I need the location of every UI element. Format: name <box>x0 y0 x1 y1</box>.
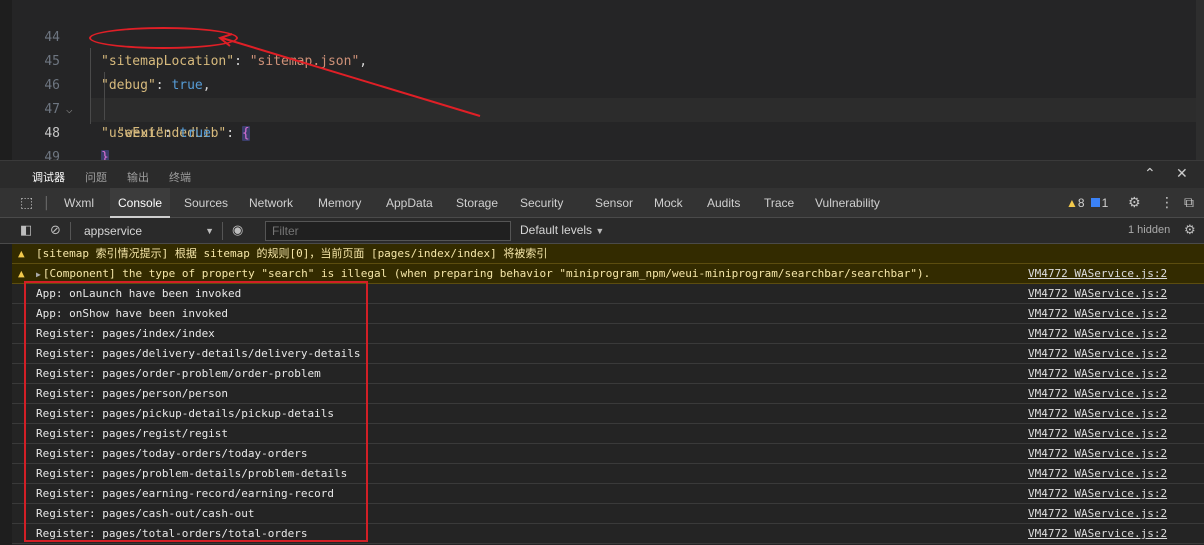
hidden-count: 1 hidden <box>1128 224 1171 236</box>
filter-input[interactable] <box>265 221 511 241</box>
sidebar-toggle-icon[interactable]: ◧ <box>20 223 32 239</box>
source-link[interactable]: VM4772 WAService.js:2 <box>1028 384 1167 404</box>
code-line-44[interactable]: 44 "sitemapLocation": "sitemap.json", <box>0 2 1196 69</box>
devtools-tab-security[interactable]: Security <box>512 188 571 218</box>
devtools-tab-bar: ⬚ | Wxml Console Sources Network Memory … <box>0 188 1204 218</box>
close-brace: } <box>101 150 109 160</box>
close-icon[interactable]: ✕ <box>1176 166 1188 182</box>
source-link[interactable]: VM4772 WAService.js:2 <box>1028 324 1167 344</box>
code-line-49[interactable]: 49 } <box>0 122 1196 160</box>
devtools-tab-console[interactable]: Console <box>110 188 171 218</box>
inspect-element-icon[interactable]: ⬚ <box>20 195 33 211</box>
gear-icon[interactable]: ⚙ <box>1128 195 1141 211</box>
source-link[interactable]: VM4772 WAService.js:2 <box>1028 304 1167 324</box>
tab-debugger[interactable]: 调试器 <box>30 169 67 192</box>
issue-counts[interactable]: ▲8 1 <box>1066 196 1108 210</box>
gear-icon[interactable]: ⚙ <box>1184 223 1196 239</box>
clear-console-icon[interactable]: ⊘ <box>50 223 61 239</box>
context-value: appservice <box>84 224 143 238</box>
log-levels-label: Default levels <box>520 223 593 237</box>
source-link[interactable]: VM4772 WAService.js:2 <box>1028 504 1167 524</box>
line-number: 49 <box>44 150 60 160</box>
source-link[interactable]: VM4772 WAService.js:2 <box>1028 444 1167 464</box>
source-link[interactable]: VM4772 WAService.js:2 <box>1028 424 1167 444</box>
dock-side-icon[interactable]: ⧉ <box>1184 195 1194 211</box>
divider <box>70 222 71 240</box>
annotation-box <box>24 281 368 542</box>
devtools-tab-storage[interactable]: Storage <box>448 188 506 218</box>
devtools-tab-sensor[interactable]: Sensor <box>587 188 641 218</box>
devtools-tab-network[interactable]: Network <box>241 188 301 218</box>
chevron-up-icon[interactable]: ⌃ <box>1144 166 1156 182</box>
expand-triangle-icon[interactable]: ▶ <box>36 270 41 279</box>
devtools-tab-wxml[interactable]: Wxml <box>56 188 102 218</box>
divider <box>222 222 223 240</box>
source-link[interactable]: VM4772 WAService.js:2 <box>1028 464 1167 484</box>
message-text: [sitemap 索引情况提示] 根据 sitemap 的规则[0]，当前页面 … <box>36 247 548 260</box>
tab-output[interactable]: 输出 <box>127 169 149 185</box>
message-text: [Component] the type of property "search… <box>42 267 931 280</box>
devtools-tab-appdata[interactable]: AppData <box>378 188 441 218</box>
devtools-tab-vulnerability[interactable]: Vulnerability <box>807 188 888 218</box>
devtools-tab-sources[interactable]: Sources <box>176 188 236 218</box>
context-selector[interactable]: appservice ▼ <box>78 222 218 240</box>
source-link[interactable]: VM4772 WAService.js:2 <box>1028 344 1167 364</box>
panel-tab-bar: 调试器 问题 输出 终端 ⌃ ✕ <box>0 160 1204 192</box>
code-line-48[interactable]: 48 } <box>0 98 1196 160</box>
warning-count: 8 <box>1077 196 1085 210</box>
devtools-tab-audits[interactable]: Audits <box>699 188 748 218</box>
more-options-icon[interactable]: ⋮ <box>1160 195 1174 211</box>
warning-icon: ▲ <box>1066 196 1078 210</box>
source-link[interactable]: VM4772 WAService.js:2 <box>1028 264 1167 284</box>
source-link[interactable]: VM4772 WAService.js:2 <box>1028 364 1167 384</box>
code-line-47[interactable]: 47 "weui": true <box>0 74 1196 141</box>
info-count: 1 <box>1101 196 1109 210</box>
tab-terminal[interactable]: 终端 <box>169 169 191 185</box>
eye-icon[interactable]: ◉ <box>232 223 243 239</box>
source-link[interactable]: VM4772 WAService.js:2 <box>1028 524 1167 544</box>
editor-scrollbar[interactable] <box>1196 0 1204 160</box>
source-link[interactable]: VM4772 WAService.js:2 <box>1028 484 1167 504</box>
source-link[interactable]: VM4772 WAService.js:2 <box>1028 404 1167 424</box>
info-icon <box>1090 198 1100 207</box>
devtools-tab-trace[interactable]: Trace <box>756 188 802 218</box>
divider: | <box>44 195 49 211</box>
source-link[interactable]: VM4772 WAService.js:2 <box>1028 284 1167 304</box>
log-levels-dropdown[interactable]: Default levels ▼ <box>520 223 604 237</box>
warning-icon: ▲ <box>18 247 25 260</box>
console-toolbar: ◧ ⊘ appservice ▼ ◉ Default levels ▼ 1 hi… <box>0 218 1204 244</box>
devtools-tab-mock[interactable]: Mock <box>646 188 691 218</box>
code-editor[interactable]: 44 "sitemapLocation": "sitemap.json", 45… <box>0 0 1204 160</box>
console-message-warning[interactable]: ▲ [sitemap 索引情况提示] 根据 sitemap 的规则[0]，当前页… <box>12 244 1204 264</box>
dropdown-caret-icon: ▼ <box>595 226 605 236</box>
code-line-46[interactable]: 46 ⌵ "useExtendedLib": { <box>0 50 1196 141</box>
dropdown-caret-icon: ▼ <box>205 226 214 236</box>
devtools-tab-memory[interactable]: Memory <box>310 188 369 218</box>
annotation-ellipse <box>89 27 238 49</box>
tab-problems[interactable]: 问题 <box>85 169 107 185</box>
